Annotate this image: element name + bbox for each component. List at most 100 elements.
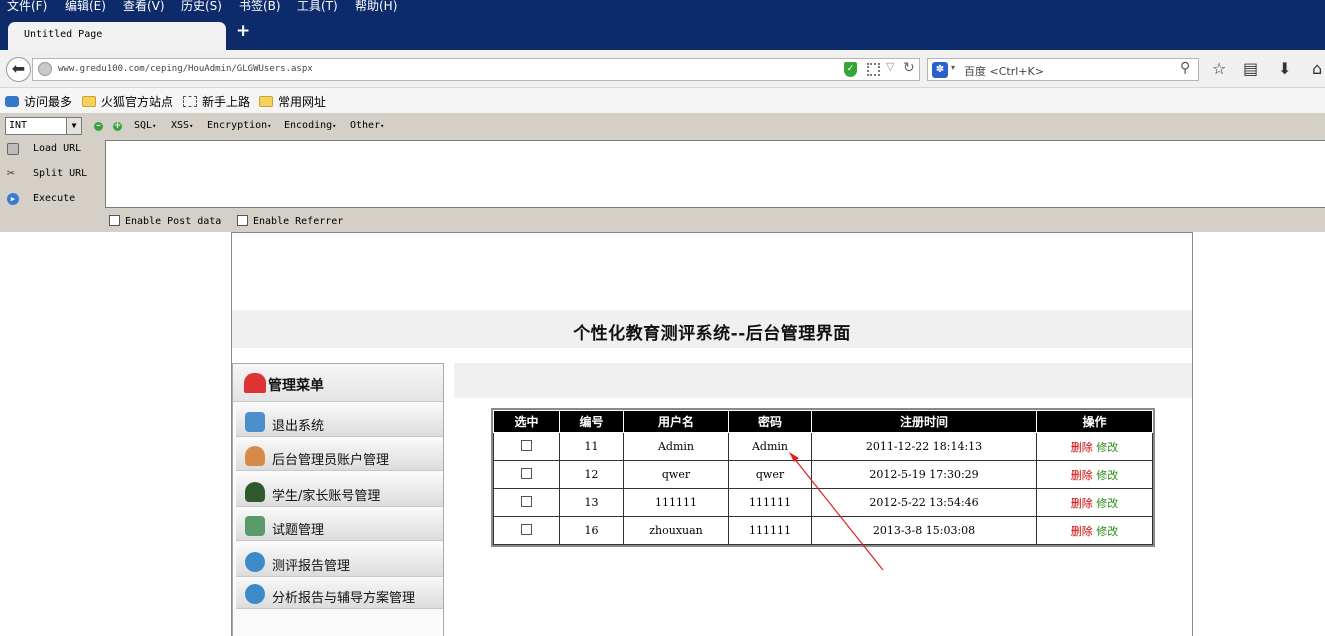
menu-item-admin-accounts[interactable]: 后台管理员账户管理 — [236, 440, 443, 471]
search-magnifier-icon[interactable]: ⚲ — [1180, 60, 1190, 76]
bookmark-firefox-site[interactable]: 火狐官方站点 — [82, 93, 173, 110]
menu-bookmarks[interactable]: 书签(B) — [239, 0, 281, 13]
checkbox-icon — [521, 439, 532, 451]
row-select-checkbox[interactable] — [493, 488, 560, 517]
admin-menu: 管理菜单 退出系统 后台管理员账户管理 学生/家长账号管理 试题管理 测评报告管… — [232, 363, 444, 636]
search-bar[interactable]: ✽ ▾ 百度 <Ctrl+K> ⚲ — [927, 58, 1199, 81]
cell-password: 111111 — [728, 516, 812, 545]
new-tab-button[interactable]: + — [236, 23, 250, 40]
cell-time: 2011-12-22 18:14:13 — [811, 432, 1037, 461]
other-menu[interactable]: Other▾ — [350, 120, 384, 131]
scissors-icon: ✂ — [7, 166, 15, 181]
cell-username: 111111 — [623, 488, 729, 517]
download-icon[interactable]: ⬇ — [1278, 60, 1291, 78]
checkbox-icon — [521, 523, 532, 535]
checkbox-icon — [521, 467, 532, 479]
load-url-button[interactable]: Load URL — [0, 139, 100, 161]
table-row: 12 qwer qwer 2012-5-19 17:30:29 删除 修改 — [493, 460, 1153, 489]
reload-icon[interactable]: ↻ — [903, 60, 915, 76]
type-select[interactable]: INT ▼ — [5, 117, 82, 135]
menu-bar: 文件(F) 编辑(E) 查看(V) 历史(S) 书签(B) 工具(T) 帮助(H… — [0, 0, 1325, 14]
decrease-icon[interactable]: – — [94, 122, 103, 131]
menu-tools[interactable]: 工具(T) — [297, 0, 338, 13]
url-bar[interactable]: www.gredu100.com/ceping/HouAdmin/GLGWUse… — [32, 58, 920, 81]
enable-referrer-checkbox[interactable]: Enable Referrer — [237, 215, 343, 227]
dotted-page-icon — [183, 96, 197, 107]
cell-id: 16 — [559, 516, 624, 545]
tab-untitled-page[interactable]: Untitled Page — [8, 22, 226, 50]
split-url-button[interactable]: ✂ Split URL — [0, 164, 100, 186]
checkbox-icon — [521, 495, 532, 507]
enable-post-data-checkbox[interactable]: Enable Post data — [109, 215, 221, 227]
cell-password: Admin — [728, 432, 812, 461]
menu-view[interactable]: 查看(V) — [123, 0, 165, 13]
row-select-checkbox[interactable] — [493, 460, 560, 489]
play-icon: ▶ — [7, 193, 19, 205]
encoding-menu[interactable]: Encoding▾ — [284, 120, 336, 131]
menu-file[interactable]: 文件(F) — [7, 0, 47, 13]
search-engine-dropdown-icon[interactable]: ▾ — [951, 63, 955, 72]
cell-id: 12 — [559, 460, 624, 489]
row-select-checkbox[interactable] — [493, 432, 560, 461]
menu-item-analysis[interactable]: 分析报告与辅导方案管理 — [236, 578, 443, 609]
table-row: 16 zhouxuan 111111 2013-3-8 15:03:08 删除 … — [493, 516, 1153, 545]
bookmark-star-icon[interactable]: ☆ — [1212, 60, 1226, 78]
cell-actions: 删除 修改 — [1036, 432, 1153, 461]
bookmark-most-visited[interactable]: 访问最多 — [5, 93, 72, 110]
delete-link[interactable]: 删除 — [1071, 525, 1093, 538]
admin-user-icon — [245, 446, 265, 466]
navigation-bar: ⬅ www.gredu100.com/ceping/HouAdmin/GLGWU… — [0, 50, 1325, 88]
cell-username: zhouxuan — [623, 516, 729, 545]
column-header: 注册时间 — [811, 410, 1037, 433]
row-select-checkbox[interactable] — [493, 516, 560, 545]
encryption-menu[interactable]: Encryption▾ — [207, 120, 271, 131]
users-table: 选中 编号 用户名 密码 注册时间 操作 11 Admin Admin 2011… — [491, 408, 1155, 547]
admin-menu-title: 管理菜单 — [268, 378, 324, 394]
bookmark-common-sites[interactable]: 常用网址 — [259, 93, 326, 110]
cell-username: Admin — [623, 432, 729, 461]
questions-icon — [245, 516, 265, 536]
back-button[interactable]: ⬅ — [6, 57, 31, 82]
delete-link[interactable]: 删除 — [1071, 497, 1093, 510]
checkbox-icon — [109, 215, 120, 226]
menu-item-reports[interactable]: 测评报告管理 — [236, 546, 443, 577]
globe-icon — [38, 62, 52, 76]
menu-item-questions[interactable]: 试题管理 — [236, 510, 443, 541]
web-page: 个性化教育测评系统--后台管理界面 管理菜单 退出系统 后台管理员账户管理 学生… — [231, 232, 1193, 636]
menu-help[interactable]: 帮助(H) — [355, 0, 397, 13]
baidu-paw-icon[interactable]: ✽ — [932, 62, 948, 78]
menu-item-student-accounts[interactable]: 学生/家长账号管理 — [236, 476, 443, 507]
home-icon[interactable]: ⌂ — [1312, 60, 1322, 78]
shield-icon[interactable]: ✓ — [844, 62, 857, 77]
reading-list-icon[interactable]: ▤ — [1243, 60, 1258, 78]
delete-link[interactable]: 删除 — [1071, 441, 1093, 454]
url-dropdown-icon[interactable]: ▽ — [886, 60, 894, 73]
tab-title: Untitled Page — [24, 29, 103, 40]
menu-history[interactable]: 历史(S) — [181, 0, 222, 13]
column-header: 编号 — [559, 410, 624, 433]
hackbar-url-textarea[interactable] — [105, 140, 1325, 208]
increase-icon[interactable]: + — [113, 122, 122, 131]
menu-item-logout[interactable]: 退出系统 — [236, 406, 443, 437]
cell-id: 11 — [559, 432, 624, 461]
cell-time: 2013-3-8 15:03:08 — [811, 516, 1037, 545]
sql-menu[interactable]: SQL▾ — [134, 120, 156, 131]
bookmark-getting-started[interactable]: 新手上路 — [183, 93, 250, 110]
page-title: 个性化教育测评系统--后台管理界面 — [573, 324, 851, 344]
qr-code-icon[interactable] — [867, 63, 880, 76]
checkbox-icon — [237, 215, 248, 226]
caret-down-icon: ▾ — [267, 122, 272, 130]
content-header-bar — [454, 363, 1192, 398]
edit-link[interactable]: 修改 — [1096, 441, 1118, 454]
xss-menu[interactable]: XSS▾ — [171, 120, 193, 131]
edit-link[interactable]: 修改 — [1096, 525, 1118, 538]
magnifier-bookmark-icon — [5, 96, 19, 107]
menu-edit[interactable]: 编辑(E) — [65, 0, 106, 13]
edit-link[interactable]: 修改 — [1096, 469, 1118, 482]
column-header: 密码 — [728, 410, 812, 433]
execute-button[interactable]: ▶ Execute — [0, 189, 100, 211]
table-row: 13 111111 111111 2012-5-22 13:54:46 删除 修… — [493, 488, 1153, 517]
load-url-icon — [7, 143, 19, 155]
delete-link[interactable]: 删除 — [1071, 469, 1093, 482]
edit-link[interactable]: 修改 — [1096, 497, 1118, 510]
